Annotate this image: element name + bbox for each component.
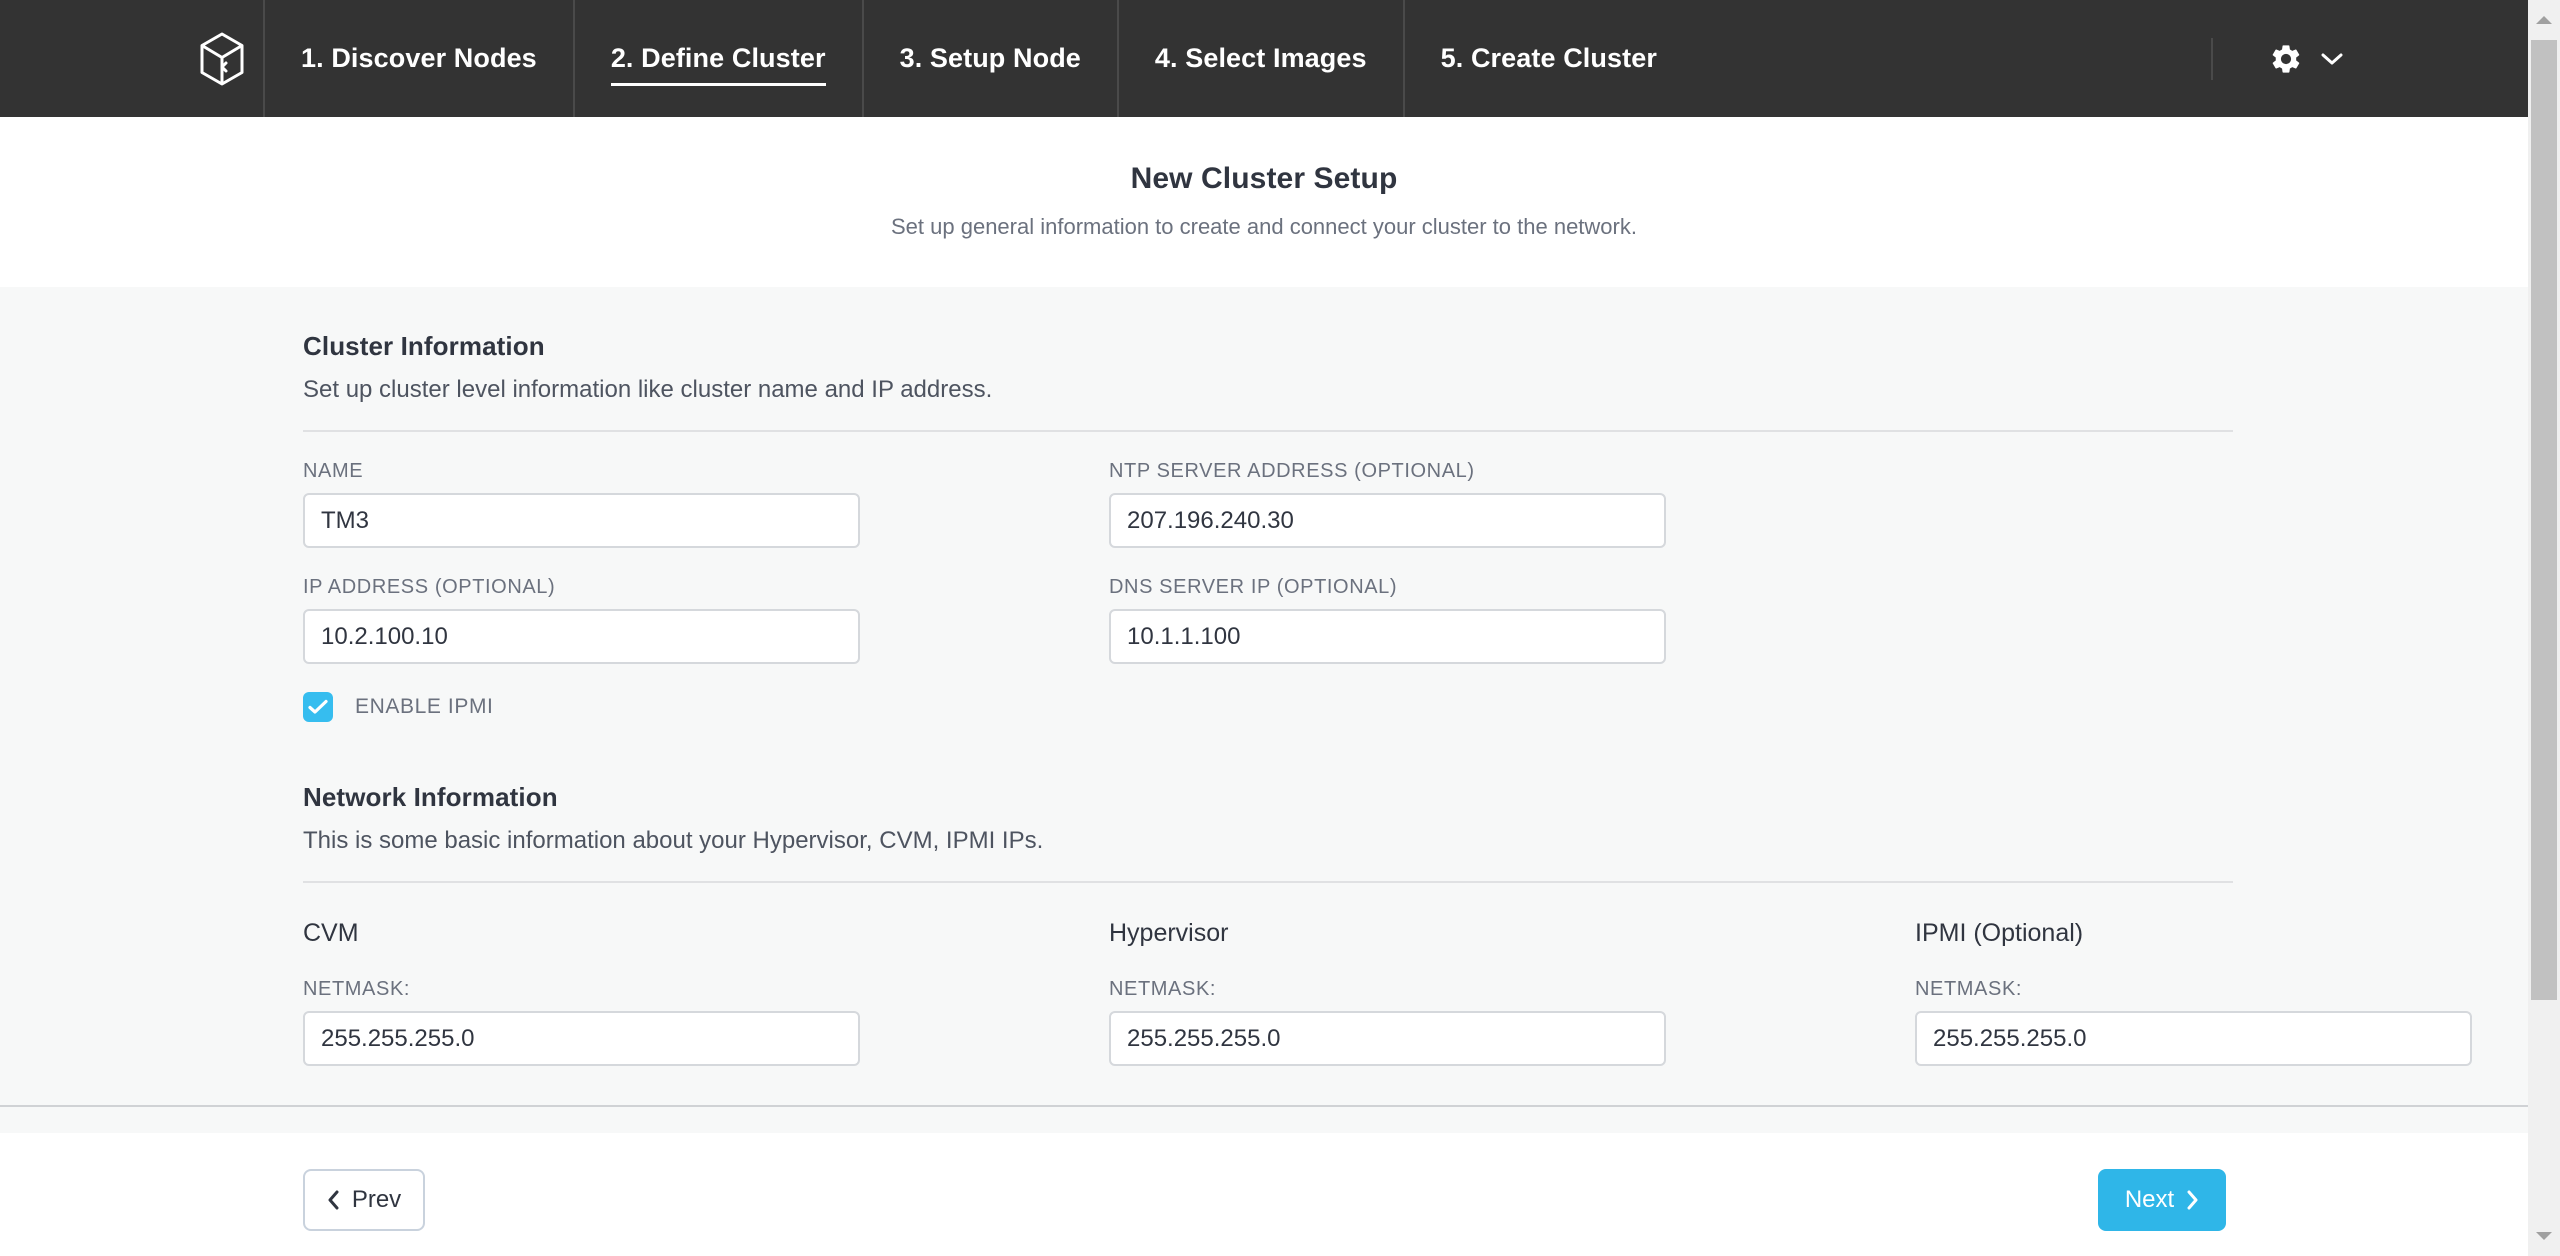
chevron-left-icon: [327, 1190, 340, 1210]
nav-step-setup-node[interactable]: 3. Setup Node: [861, 0, 1117, 117]
field-label-ntp-server: NTP SERVER ADDRESS (OPTIONAL): [1109, 460, 1475, 482]
section-divider: [303, 430, 2233, 432]
field-ntp-server: NTP SERVER ADDRESS (OPTIONAL): [1109, 460, 1788, 548]
page-scrollbar[interactable]: [2528, 0, 2560, 1256]
field-label-dns-server-ip: DNS SERVER IP (OPTIONAL): [1109, 576, 1398, 598]
nav-step-label: 3. Setup Node: [899, 43, 1081, 73]
form-content: Cluster Information Set up cluster level…: [303, 287, 2472, 1066]
nav-step-label: 1. Discover Nodes: [301, 43, 537, 73]
cluster-row-1: NAME NTP SERVER ADDRESS (OPTIONAL): [303, 460, 2233, 548]
hypervisor-netmask-input[interactable]: [1109, 1011, 1666, 1066]
network-column-title: IPMI (Optional): [1915, 919, 2084, 947]
settings-menu-button[interactable]: [2269, 42, 2343, 76]
network-column-hypervisor: Hypervisor NETMASK:: [1109, 919, 1788, 1066]
wizard-footer: Prev Next: [0, 1133, 2528, 1256]
ntp-server-input[interactable]: [1109, 493, 1666, 548]
nav-step-discover-nodes[interactable]: 1. Discover Nodes: [263, 0, 573, 117]
network-column-cvm: CVM NETMASK:: [303, 919, 982, 1066]
ipmi-netmask-input[interactable]: [1915, 1011, 2472, 1066]
network-column-ipmi: IPMI (Optional) NETMASK:: [1915, 919, 2528, 1066]
page-header: New Cluster Setup Set up general informa…: [0, 117, 2528, 287]
field-label-name: NAME: [303, 460, 364, 482]
prev-button-label: Prev: [351, 1186, 402, 1213]
field-dns-server-ip: DNS SERVER IP (OPTIONAL): [1109, 576, 1788, 664]
network-information-heading: Network Information: [303, 782, 558, 812]
nav-step-define-cluster[interactable]: 2. Define Cluster: [572, 0, 862, 117]
network-column-title: CVM: [303, 919, 359, 947]
chevron-down-icon: [2321, 52, 2343, 66]
scroll-up-arrow-icon[interactable]: [2528, 4, 2560, 36]
prev-button[interactable]: Prev: [303, 1169, 425, 1231]
scroll-down-arrow-icon[interactable]: [2528, 1220, 2560, 1252]
chevron-right-icon: [2186, 1190, 2199, 1210]
wizard-steps: 1. Discover Nodes 2. Define Cluster 3. S…: [263, 0, 1693, 117]
nav-step-create-cluster[interactable]: 5. Create Cluster: [1402, 0, 1693, 117]
netmask-label: NETMASK:: [1109, 978, 1217, 1000]
cluster-row-2: IP ADDRESS (OPTIONAL) DNS SERVER IP (OPT…: [303, 576, 2233, 664]
cluster-information-description: Set up cluster level information like cl…: [303, 376, 993, 403]
netmask-label: NETMASK:: [1915, 978, 2023, 1000]
page-title: New Cluster Setup: [1130, 162, 1398, 195]
field-label-ip-address: IP ADDRESS (OPTIONAL): [303, 576, 556, 598]
cluster-information-section: Cluster Information Set up cluster level…: [303, 331, 2233, 722]
enable-ipmi-checkbox[interactable]: [303, 692, 333, 722]
next-button[interactable]: Next: [2098, 1169, 2226, 1231]
ip-address-input[interactable]: [303, 609, 860, 664]
topbar-actions: [2211, 0, 2528, 117]
network-columns: CVM NETMASK: Hypervisor NETMASK: IPMI (O…: [303, 919, 2472, 1066]
cluster-information-heading: Cluster Information: [303, 331, 545, 361]
name-input[interactable]: [303, 493, 860, 548]
nav-step-label: 5. Create Cluster: [1440, 43, 1657, 73]
scrollbar-thumb[interactable]: [2531, 40, 2557, 1000]
section-divider: [303, 881, 2233, 883]
enable-ipmi-row[interactable]: ENABLE IPMI: [303, 692, 2233, 722]
field-ip-address: IP ADDRESS (OPTIONAL): [303, 576, 982, 664]
cvm-netmask-input[interactable]: [303, 1011, 860, 1066]
dns-server-ip-input[interactable]: [1109, 609, 1666, 664]
footer-gap-strip: [0, 1107, 2528, 1133]
top-navigation-bar: 1. Discover Nodes 2. Define Cluster 3. S…: [0, 0, 2528, 117]
network-information-description: This is some basic information about you…: [303, 827, 1044, 854]
form-scroll-area[interactable]: Cluster Information Set up cluster level…: [0, 287, 2528, 1105]
topbar-divider: [2211, 37, 2213, 80]
gear-icon: [2269, 42, 2303, 76]
next-button-label: Next: [2124, 1186, 2175, 1213]
page-subtitle: Set up general information to create and…: [891, 214, 1637, 239]
app-root: 1. Discover Nodes 2. Define Cluster 3. S…: [0, 0, 2560, 1256]
check-icon: [308, 699, 328, 715]
nav-step-label: 2. Define Cluster: [610, 43, 826, 73]
netmask-label: NETMASK:: [303, 978, 411, 1000]
nav-step-select-images[interactable]: 4. Select Images: [1116, 0, 1403, 117]
network-column-title: Hypervisor: [1109, 919, 1229, 947]
cube-logo-icon[interactable]: [180, 0, 263, 117]
enable-ipmi-label: ENABLE IPMI: [355, 695, 494, 718]
page-viewport: 1. Discover Nodes 2. Define Cluster 3. S…: [0, 0, 2528, 1256]
nav-step-label: 4. Select Images: [1154, 43, 1367, 73]
network-information-section: Network Information This is some basic i…: [303, 782, 2472, 1066]
field-name: NAME: [303, 460, 982, 548]
